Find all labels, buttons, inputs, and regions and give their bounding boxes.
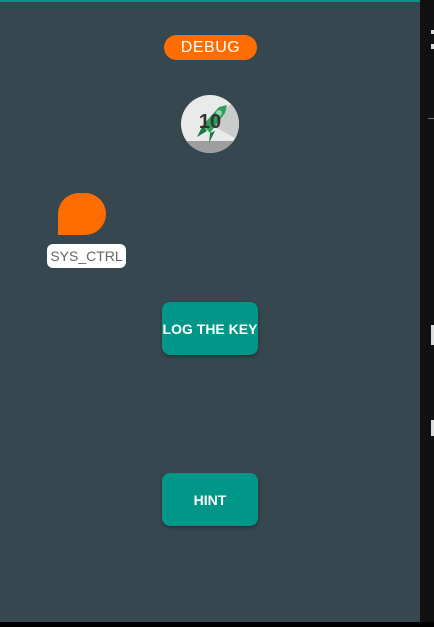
level-number: 10 (198, 111, 222, 133)
hint-button[interactable]: HINT (162, 473, 258, 526)
app-panel: DEBUG 10 SYS_CTRL LOG THE KEY HINT (0, 0, 420, 622)
edge-divider (428, 118, 434, 119)
level-badge: 10 (181, 95, 239, 153)
bottom-bar (0, 622, 434, 627)
log-the-key-button[interactable]: LOG THE KEY (162, 302, 258, 355)
sys-ctrl-label: SYS_CTRL (47, 244, 126, 268)
chat-bubble-icon[interactable] (58, 193, 106, 235)
debug-badge: DEBUG (164, 35, 257, 60)
